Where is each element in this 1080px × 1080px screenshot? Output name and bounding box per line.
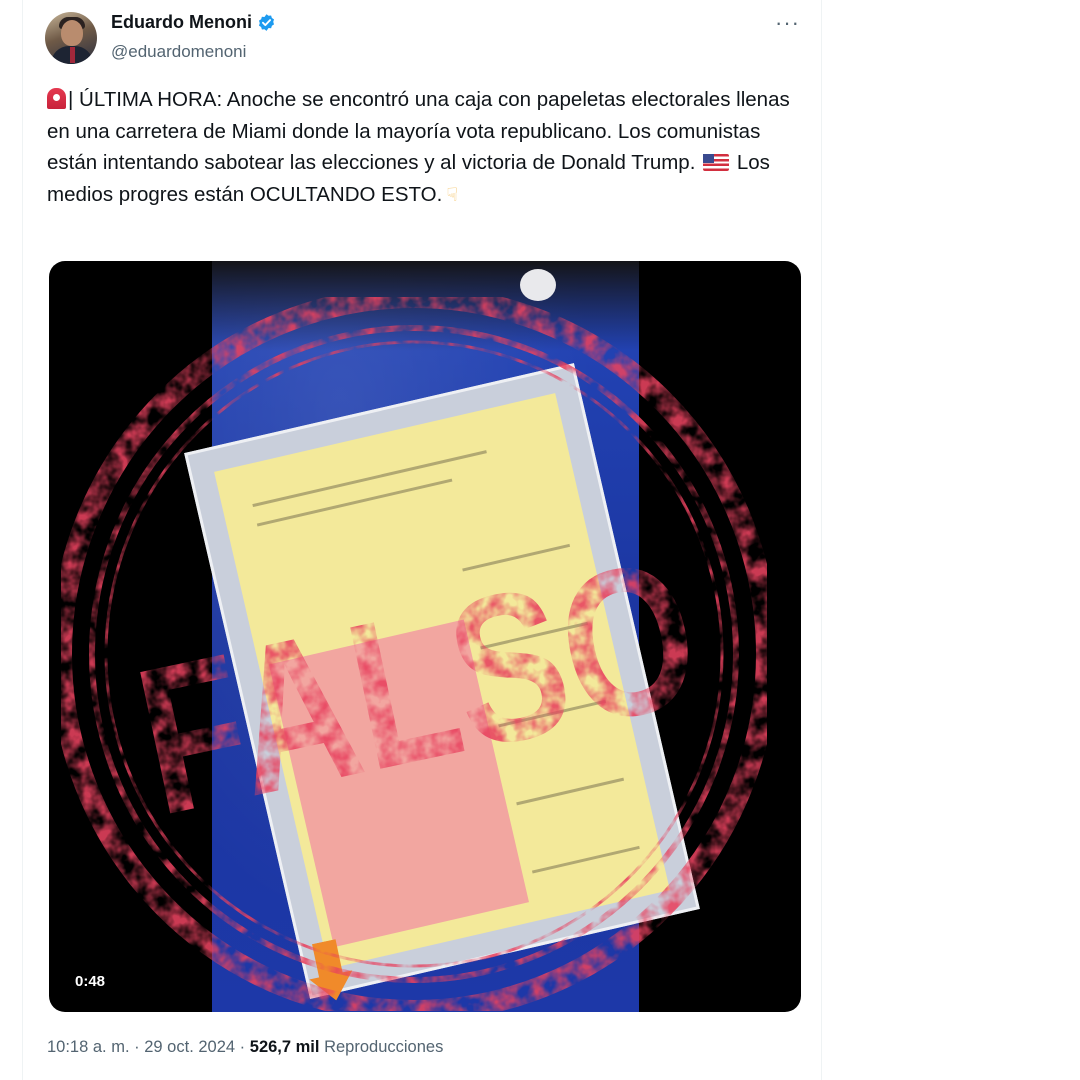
ballot-line [498,699,607,728]
tweet-text: | ÚLTIMA HORA: Anoche se encontró una ca… [47,84,807,211]
frame-shadow [212,261,639,351]
tweet-card: Eduardo Menoni @eduardomenoni ··· | ÚLTI… [22,0,822,1080]
avatar-tie [70,47,75,63]
author-name[interactable]: Eduardo Menoni [111,12,252,33]
video-player[interactable]: 0:48 FALSO [49,261,801,1012]
us-flag-icon [703,154,730,171]
meta-separator-2: · [239,1038,246,1056]
author-name-row: Eduardo Menoni [111,12,276,33]
author-handle[interactable]: @eduardomenoni [111,42,246,62]
video-frame [184,261,700,1012]
tweet-date[interactable]: 29 oct. 2024 [144,1038,235,1056]
tweet-time[interactable]: 10:18 a. m. [47,1038,130,1056]
more-options-icon[interactable]: ··· [775,10,800,36]
pointing-down-icon: ☟ [446,184,458,206]
tweet-text-part1: | ÚLTIMA HORA: Anoche se encontró una ca… [47,88,790,174]
ballot-sleeve [184,363,700,999]
verified-badge-icon[interactable] [257,13,276,32]
avatar-face [61,20,83,46]
avatar[interactable] [45,12,97,64]
tweet-meta: 10:18 a. m. · 29 oct. 2024 · 526,7 mil R… [47,1038,443,1057]
video-duration: 0:48 [75,973,106,990]
rotating-light-icon [47,88,66,109]
box-hole [520,269,556,301]
views-count: 526,7 mil [249,1038,320,1056]
pink-sheet [268,619,529,948]
ballot-line [256,478,453,527]
ballot-line [531,845,640,874]
ballot-line [462,543,571,572]
ballot-line [480,621,589,650]
ballot-sheet [214,393,670,969]
meta-separator-1: · [134,1038,140,1056]
views-label: Reproducciones [324,1038,444,1056]
ballot-line [516,777,625,806]
